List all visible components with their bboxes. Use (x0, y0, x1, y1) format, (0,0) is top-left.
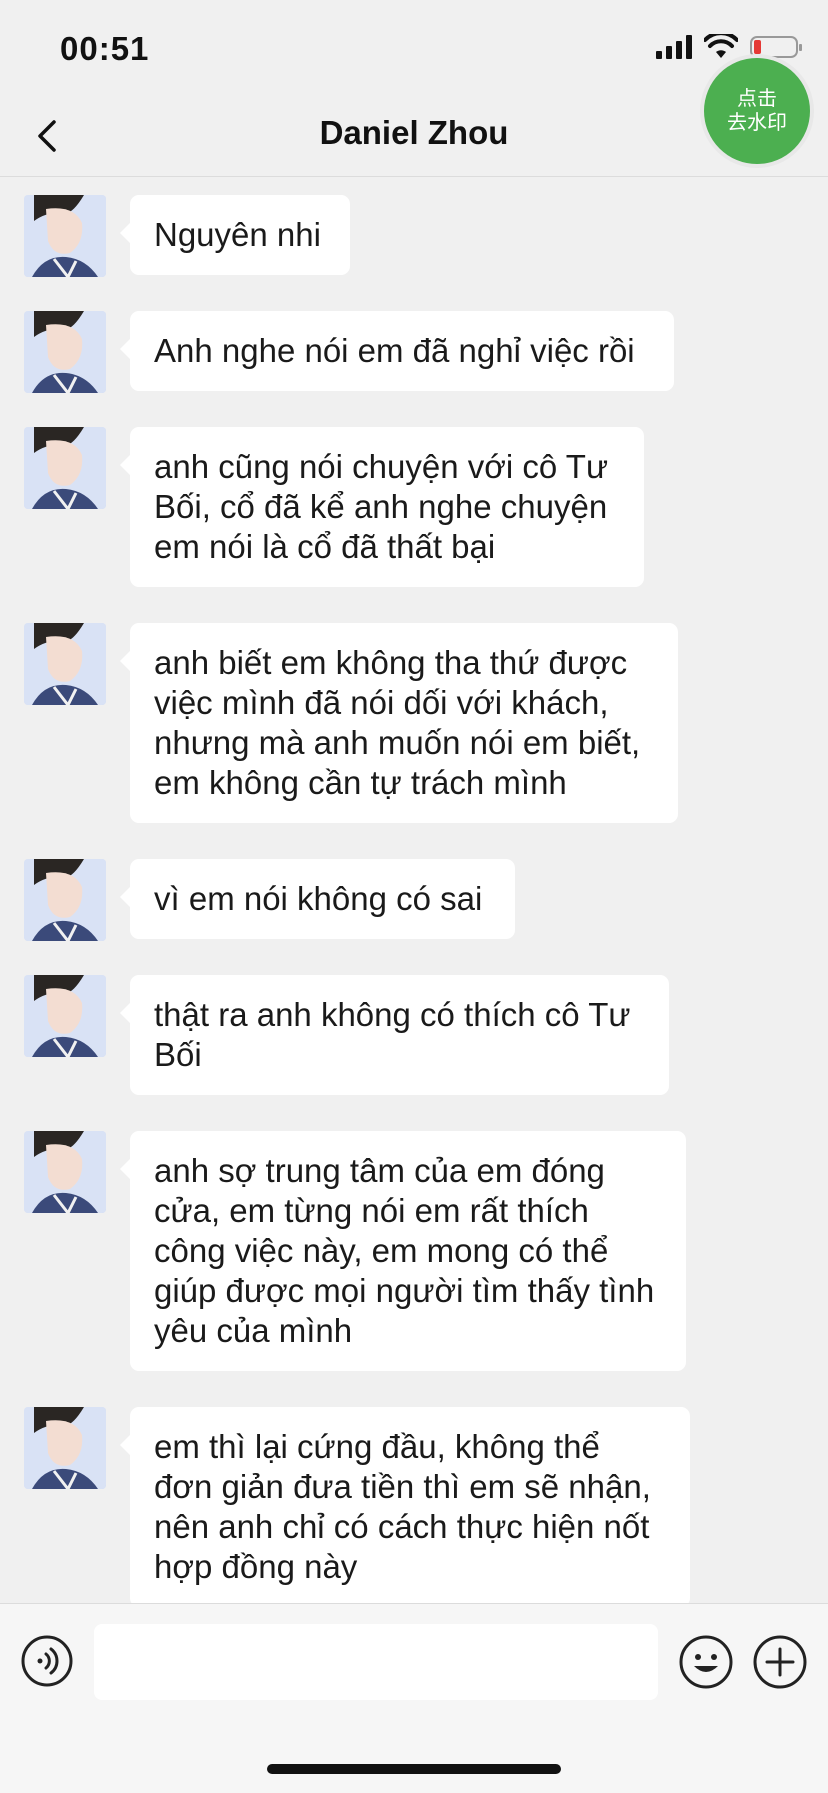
message-input[interactable] (94, 1624, 658, 1700)
plus-icon (753, 1635, 807, 1689)
avatar-image (24, 859, 106, 941)
message-bubble[interactable]: Nguyên nhi (120, 195, 350, 275)
battery-level (754, 40, 761, 54)
avatar[interactable] (24, 311, 106, 393)
avatar-image (24, 1407, 106, 1489)
avatar[interactable] (24, 623, 106, 705)
message-bubble[interactable]: anh cũng nói chuyện với cô Tư Bối, cổ đã… (120, 427, 644, 587)
status-icons (656, 34, 802, 60)
wifi-icon (704, 34, 738, 58)
voice-icon (21, 1635, 73, 1687)
status-bar: 00:51 (0, 0, 828, 100)
avatar-image (24, 623, 106, 705)
emoji-icon (679, 1635, 733, 1689)
avatar-image (24, 195, 106, 277)
avatar[interactable] (24, 195, 106, 277)
avatar[interactable] (24, 1131, 106, 1213)
remove-watermark-line1: 点击 (737, 88, 777, 110)
message-bubble[interactable]: em thì lại cứng đầu, không thể đơn giản … (120, 1407, 690, 1607)
cellular-signal-icon (656, 35, 692, 59)
message-bubble[interactable]: anh biết em không tha thứ được việc mình… (120, 623, 678, 823)
avatar[interactable] (24, 427, 106, 509)
battery-icon (750, 36, 802, 58)
emoji-button[interactable] (678, 1634, 734, 1690)
avatar-image (24, 1131, 106, 1213)
status-time: 00:51 (60, 30, 150, 67)
remove-watermark-button[interactable]: 点击 去水印 (704, 58, 810, 164)
message-bubble[interactable]: vì em nói không có sai (120, 859, 515, 939)
more-button[interactable] (752, 1634, 808, 1690)
voice-button[interactable] (20, 1634, 74, 1688)
message-bubble[interactable]: thật ra anh không có thích cô Tư Bối (120, 975, 669, 1095)
message-bubble[interactable]: Anh nghe nói em đã nghỉ việc rồi (120, 311, 674, 391)
avatar-image (24, 311, 106, 393)
avatar[interactable] (24, 859, 106, 941)
message-bubble[interactable]: anh sợ trung tâm của em đóng cửa, em từn… (120, 1131, 686, 1371)
avatar[interactable] (24, 1407, 106, 1489)
remove-watermark-line2: 去水印 (727, 112, 787, 134)
avatar-image (24, 975, 106, 1057)
avatar[interactable] (24, 975, 106, 1057)
avatar-image (24, 427, 106, 509)
home-indicator[interactable] (267, 1764, 561, 1774)
